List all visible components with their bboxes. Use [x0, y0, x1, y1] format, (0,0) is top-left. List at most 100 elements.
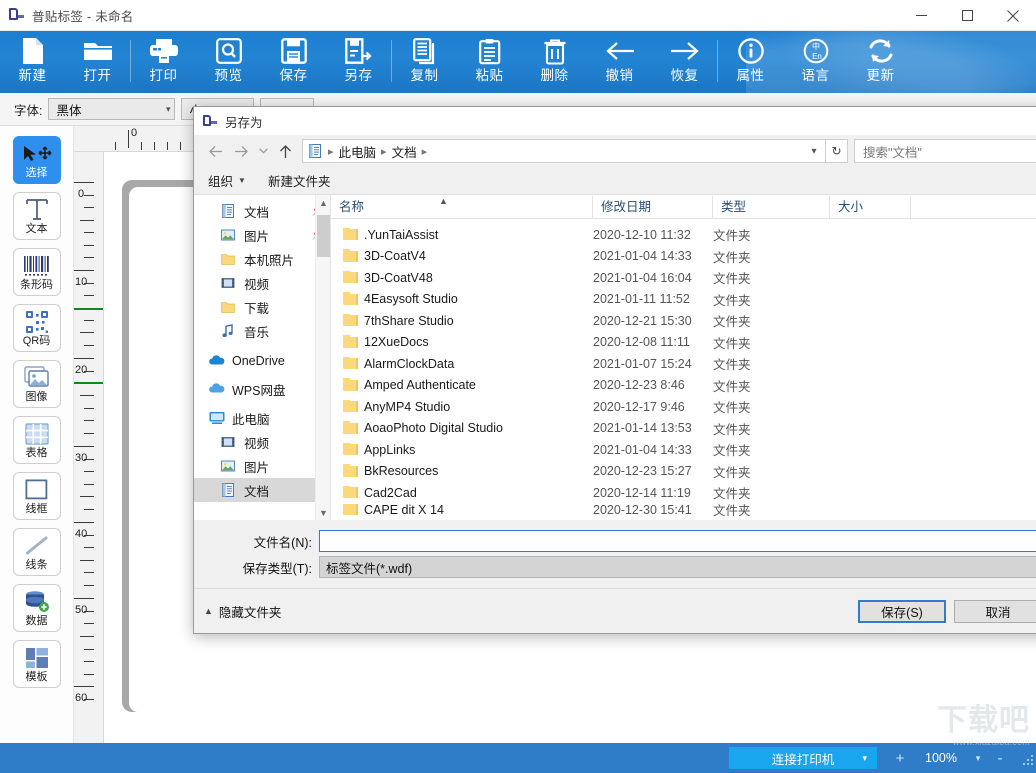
ribbon-button-print[interactable]: 打印 [131, 31, 196, 93]
ribbon-button-save[interactable]: 保存 [261, 31, 326, 93]
refresh-icon[interactable]: ↻ [826, 139, 848, 163]
table-row[interactable]: 3D-CoatV48 2021-01-04 16:04 文件夹 [331, 267, 1036, 289]
file-name: .YunTaiAssist [364, 227, 439, 242]
tool-barcode[interactable]: 条形码 [12, 248, 61, 296]
tool-data[interactable]: 数据 [12, 584, 61, 632]
ribbon-button-update[interactable]: 更新 [848, 31, 913, 93]
table-row[interactable]: CAPE dit X 14 2020-12-30 15:41 文件夹 [331, 503, 1036, 516]
vertical-ruler[interactable]: 0 10 20 30 40 50 60 [74, 152, 104, 743]
tool-label: 图像 [25, 391, 48, 403]
sidebar-item-pictures[interactable]: 图片 📌 [194, 223, 330, 247]
table-row[interactable]: 3D-CoatV4 2021-01-04 14:33 文件夹 [331, 246, 1036, 268]
table-row[interactable]: Amped Authenticate 2020-12-23 8:46 文件夹 [331, 375, 1036, 397]
column-header-size[interactable]: 大小 [830, 196, 911, 218]
tool-rectangle[interactable]: 线框 [12, 472, 61, 520]
table-row[interactable]: .YunTaiAssist 2020-12-10 11:32 文件夹 [331, 224, 1036, 246]
tool-select[interactable]: 选择 [12, 136, 61, 184]
ribbon-button-language[interactable]: 中 En 语言 [783, 31, 848, 93]
table-row[interactable]: BkResources 2020-12-23 15:27 文件夹 [331, 461, 1036, 483]
table-row[interactable]: AlarmClockData 2021-01-07 15:24 文件夹 [331, 353, 1036, 375]
breadcrumb[interactable]: ▸ 此电脑 ▸ 文档 ▸ ▾ [302, 139, 826, 163]
sidebar-item-local-photos[interactable]: 本机照片 [194, 247, 330, 271]
app-logo-icon [9, 7, 25, 23]
file-date: 2021-01-11 11:52 [593, 292, 690, 307]
hide-folders-toggle[interactable]: ▲ 隐藏文件夹 [204, 602, 281, 621]
sort-ascending-icon: ▲ [439, 196, 448, 206]
sidebar-item-onedrive[interactable]: OneDrive [194, 349, 330, 373]
tool-label: 数据 [25, 615, 48, 627]
forward-arrow-icon[interactable] [228, 138, 254, 164]
zoom-in-button[interactable]: + [887, 747, 913, 769]
scrollbar-thumb[interactable] [317, 215, 330, 257]
chevron-down-icon[interactable] [254, 138, 272, 164]
ribbon-button-preview[interactable]: 预览 [196, 31, 261, 93]
sidebar-item-this-pc-pictures[interactable]: 图片 [194, 454, 330, 478]
sidebar-item-this-pc-videos[interactable]: 视频 [194, 430, 330, 454]
close-icon[interactable] [990, 0, 1036, 31]
tool-image[interactable]: 图像 [12, 360, 61, 408]
cancel-button[interactable]: 取消 [954, 599, 1036, 623]
column-header-type[interactable]: 类型 [713, 196, 830, 218]
tool-qrcode[interactable]: QR码 [12, 304, 61, 352]
tool-text[interactable]: 文本 [12, 192, 61, 240]
connect-printer-button[interactable]: 连接打印机 ▾ [729, 747, 877, 769]
minimize-icon[interactable] [898, 0, 944, 31]
ribbon-button-save-as[interactable]: 另存 [326, 31, 391, 93]
ribbon-button-undo[interactable]: 撤销 [587, 31, 652, 93]
table-row[interactable]: AnyMP4 Studio 2020-12-17 9:46 文件夹 [331, 396, 1036, 418]
table-row[interactable]: 7thShare Studio 2020-12-21 15:30 文件夹 [331, 310, 1036, 332]
table-row[interactable]: 12XueDocs 2020-12-08 11:11 文件夹 [331, 332, 1036, 354]
chevron-down-icon[interactable]: ▾ [969, 753, 987, 764]
new-folder-button[interactable]: 新建文件夹 [268, 171, 331, 190]
maximize-icon[interactable] [944, 0, 990, 31]
filetype-select[interactable]: 标签文件(*.wdf) [319, 556, 1036, 578]
sidebar-item-this-pc[interactable]: 此电脑 [194, 406, 330, 430]
back-arrow-icon[interactable] [202, 138, 228, 164]
ribbon-button-redo[interactable]: 恢复 [652, 31, 717, 93]
folder-icon [343, 378, 358, 391]
tool-table[interactable]: 表格 [12, 416, 61, 464]
sidebar-item-downloads[interactable]: 下载 [194, 295, 330, 319]
breadcrumb-segment-documents[interactable]: 文档 [388, 142, 421, 161]
sidebar-item-documents[interactable]: 文档 📌 [194, 199, 330, 223]
table-row[interactable]: Cad2Cad 2020-12-14 11:19 文件夹 [331, 482, 1036, 504]
scroll-up-icon[interactable]: ▲ [316, 195, 331, 210]
up-arrow-icon[interactable] [272, 138, 298, 164]
column-header-date[interactable]: 修改日期 [593, 196, 713, 218]
sidebar-item-music[interactable]: 音乐 [194, 319, 330, 343]
search-input[interactable]: 搜索"文档" [854, 139, 1036, 163]
file-date: 2020-12-21 15:30 [593, 313, 692, 328]
table-row[interactable]: AppLinks 2021-01-04 14:33 文件夹 [331, 439, 1036, 461]
save-as-icon [344, 36, 373, 66]
tool-template[interactable]: 模板 [12, 640, 61, 688]
filename-row: 文件名(N): [194, 528, 1036, 554]
ribbon-button-copy[interactable]: 复制 [392, 31, 457, 93]
organize-menu[interactable]: 组织 ▼ [208, 171, 246, 190]
paste-icon [478, 36, 502, 66]
main-title-bar: 普贴标签 - 未命名 [0, 0, 1036, 31]
videos-icon [220, 434, 238, 450]
resize-grip-icon[interactable] [1019, 751, 1033, 765]
sidebar-scrollbar[interactable]: ▲ ▼ [315, 195, 330, 520]
zoom-value[interactable]: 100% [913, 751, 969, 765]
tool-line[interactable]: 线条 [12, 528, 61, 576]
ribbon-button-properties[interactable]: 属性 [718, 31, 783, 93]
sidebar-item-wps-cloud[interactable]: WPS网盘 [194, 377, 330, 401]
table-row[interactable]: 4Easysoft Studio 2021-01-11 11:52 文件夹 [331, 289, 1036, 311]
scroll-down-icon[interactable]: ▼ [316, 505, 331, 520]
breadcrumb-segment-this-pc[interactable]: 此电脑 [335, 142, 381, 161]
ribbon-button-delete[interactable]: 删除 [522, 31, 587, 93]
font-family-select[interactable]: 黑体 ▾ [48, 98, 176, 120]
sidebar-item-this-pc-documents[interactable]: 文档 [194, 478, 330, 502]
zoom-out-button[interactable]: - [987, 747, 1013, 769]
ribbon-button-new[interactable]: 新建 [0, 31, 65, 93]
chevron-down-icon[interactable]: ▾ [803, 146, 825, 157]
save-button[interactable]: 保存(S) [858, 599, 946, 623]
column-header-name[interactable]: 名称 [331, 196, 593, 218]
ribbon-button-open[interactable]: 打开 [65, 31, 130, 93]
filename-input[interactable] [319, 530, 1036, 552]
table-row[interactable]: AoaoPhoto Digital Studio 2021-01-14 13:5… [331, 418, 1036, 440]
sidebar-item-videos[interactable]: 视频 [194, 271, 330, 295]
ribbon-button-paste[interactable]: 粘贴 [457, 31, 522, 93]
file-list-rows: .YunTaiAssist 2020-12-10 11:32 文件夹 3D-Co… [331, 219, 1036, 520]
